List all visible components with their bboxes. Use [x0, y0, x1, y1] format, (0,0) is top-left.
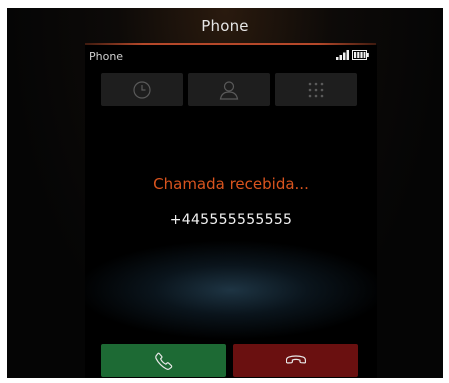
- status-icons: [336, 50, 369, 60]
- background-glow: [85, 240, 377, 340]
- dialpad-button[interactable]: [275, 73, 357, 106]
- window-title: Phone: [201, 17, 249, 35]
- history-button[interactable]: [101, 73, 183, 106]
- phone-content: Phone Chamada recebida... +445555555555: [85, 45, 377, 378]
- status-bar: Phone: [85, 45, 377, 67]
- contacts-button[interactable]: [188, 73, 270, 106]
- screen: Phone Phone Chamada recebida... +4455555…: [0, 0, 449, 383]
- battery-icon: [352, 50, 369, 60]
- device-frame: Phone Phone Chamada recebida... +4455555…: [7, 8, 443, 378]
- title-bar: Phone: [7, 8, 443, 44]
- answer-call-button[interactable]: [101, 344, 226, 377]
- phone-answer-icon: [154, 351, 174, 371]
- caller-number: +445555555555: [169, 212, 293, 228]
- toolbar: [101, 73, 357, 106]
- reject-call-button[interactable]: [233, 344, 358, 377]
- call-status-text: Chamada recebida...: [153, 175, 309, 193]
- phone-reject-icon: [285, 351, 306, 371]
- status-app-name: Phone: [89, 49, 124, 63]
- person-icon: [218, 80, 240, 100]
- signal-icon: [336, 50, 349, 60]
- clock-icon: [132, 80, 152, 100]
- dialpad-icon: [307, 81, 325, 99]
